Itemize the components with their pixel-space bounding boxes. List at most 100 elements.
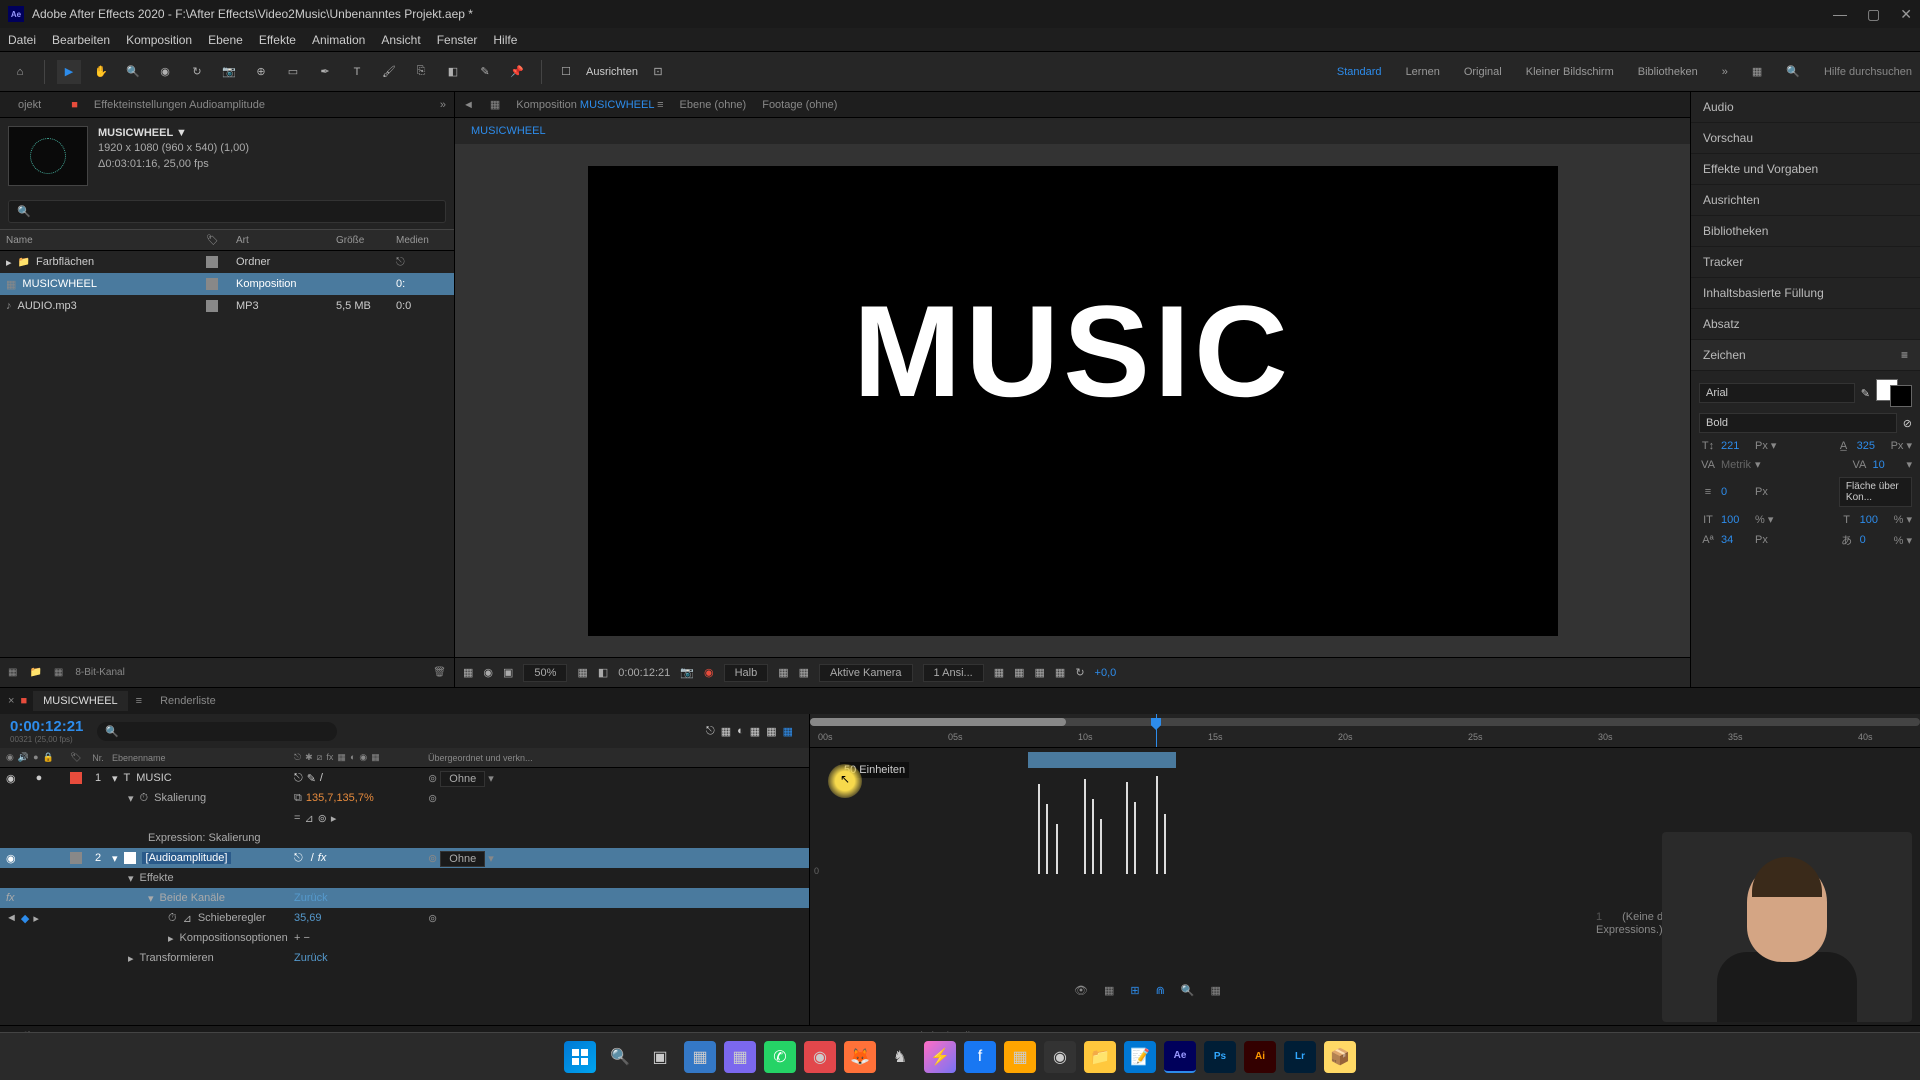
mask-icon[interactable]: ▣ xyxy=(503,666,513,679)
menu-ebene[interactable]: Ebene xyxy=(208,33,243,47)
orbit-tool[interactable]: ◉ xyxy=(153,60,177,84)
add-key-icon[interactable]: ◆ xyxy=(21,912,29,925)
menu-effekte[interactable]: Effekte xyxy=(259,33,296,47)
close-icon[interactable]: ✕ xyxy=(1900,6,1912,23)
roi-icon[interactable]: ◧ xyxy=(598,666,608,679)
font-family-dropdown[interactable]: Arial xyxy=(1699,383,1855,403)
taskbar-obs-icon[interactable]: ◉ xyxy=(1044,1041,1076,1073)
slider-value[interactable]: 35,69 xyxy=(294,912,322,924)
lock-header-icon[interactable]: 🔒 xyxy=(43,752,54,763)
expr-graph-icon[interactable]: ⊿ xyxy=(304,812,313,825)
parent-dropdown[interactable]: Ohne xyxy=(440,771,485,787)
stroke-swatch[interactable] xyxy=(1890,385,1912,407)
menu-datei[interactable]: Datei xyxy=(8,33,36,47)
new-comp-icon[interactable]: ▦ xyxy=(54,667,63,678)
snapshot-icon[interactable]: 📷 xyxy=(680,666,694,679)
camera-dropdown[interactable]: Aktive Kamera xyxy=(819,664,913,682)
taskbar-ps-icon[interactable]: Ps xyxy=(1204,1041,1236,1073)
menu-fenster[interactable]: Fenster xyxy=(437,33,478,47)
workspace-bibliotheken[interactable]: Bibliotheken xyxy=(1638,66,1698,78)
audio-header-icon[interactable]: 🔊 xyxy=(18,752,29,763)
menu-bearbeiten[interactable]: Bearbeiten xyxy=(52,33,110,47)
expand-icon[interactable]: ▾ xyxy=(112,772,118,785)
bit-depth-button[interactable]: 8-Bit-Kanal xyxy=(75,667,124,678)
layer-row-2[interactable]: ◉ 2 ▾[Audioamplitude] ⎋/fx ⊚ Ohne ▾ xyxy=(0,848,809,868)
rotation-tool[interactable]: ↻ xyxy=(185,60,209,84)
draft3d-icon[interactable]: ▦ xyxy=(721,725,731,738)
pickwhip-icon[interactable]: ⊚ xyxy=(428,853,437,865)
viewer-timecode[interactable]: 0:00:12:21 xyxy=(618,667,670,679)
layer-label[interactable] xyxy=(70,852,82,864)
puppet-tool[interactable]: 📌 xyxy=(505,60,529,84)
brush-tool[interactable]: 🖌 xyxy=(377,60,401,84)
panel-character[interactable]: Zeichen≡ xyxy=(1691,340,1920,371)
prop-transform[interactable]: ▸Transformieren Zurück xyxy=(0,948,809,968)
menu-animation[interactable]: Animation xyxy=(312,33,365,47)
eraser-tool[interactable]: ◧ xyxy=(441,60,465,84)
visibility-toggle[interactable]: ◉ xyxy=(6,772,16,785)
pen-tool[interactable]: ✒ xyxy=(313,60,337,84)
motion-blur-icon[interactable]: ◐ xyxy=(737,725,744,737)
graph-snap-icon[interactable]: ⊞ xyxy=(1126,982,1143,999)
eyedropper-icon[interactable]: ✎ xyxy=(1861,387,1870,400)
resolution-dropdown[interactable]: Halb xyxy=(724,664,769,682)
next-key-icon[interactable]: ▸ xyxy=(33,912,39,925)
hscale-value[interactable]: 100 xyxy=(1860,514,1890,526)
trash-icon[interactable]: 🗑 xyxy=(433,667,446,678)
taskbar-app5-icon[interactable]: 📦 xyxy=(1324,1041,1356,1073)
zoom-dropdown[interactable]: 50% xyxy=(523,664,567,682)
graph-eye-icon[interactable]: 👁 xyxy=(1070,982,1092,999)
comp-breadcrumb[interactable]: MUSICWHEEL xyxy=(455,118,1690,144)
timeline-ruler[interactable]: 00s 05s 10s 15s 20s 25s 30s 35s 40s xyxy=(810,714,1920,748)
clone-tool[interactable]: ⎘ xyxy=(409,60,433,84)
workspace-original[interactable]: Original xyxy=(1464,66,1502,78)
expr-pickwhip-icon[interactable]: ⊚ xyxy=(318,812,327,825)
graph-editor-icon[interactable]: ▦ xyxy=(750,725,760,738)
vscale-value[interactable]: 100 xyxy=(1721,514,1751,526)
scale-value[interactable]: 135,7,135,7% xyxy=(306,792,374,805)
selection-tool[interactable]: ▶ xyxy=(57,60,81,84)
comp-thumb-icon[interactable]: ▦ xyxy=(490,98,500,111)
shy-switch-icon[interactable]: ⎋ xyxy=(294,752,301,763)
menu-ansicht[interactable]: Ansicht xyxy=(381,33,420,47)
reset-exposure-icon[interactable]: ↻ xyxy=(1075,666,1084,679)
add-remove-icons[interactable]: + − xyxy=(294,932,310,944)
workspace-kleiner[interactable]: Kleiner Bildschirm xyxy=(1526,66,1614,78)
roto-tool[interactable]: ✎ xyxy=(473,60,497,84)
solo-header-icon[interactable]: ● xyxy=(33,752,38,763)
workspace-reset-icon[interactable]: ▦ xyxy=(1752,65,1762,78)
stopwatch-icon[interactable]: ⏱ xyxy=(140,792,149,805)
snap-icon[interactable]: ☐ xyxy=(554,60,578,84)
link-icon[interactable]: ⧉ xyxy=(294,792,302,805)
tab-composition[interactable]: Komposition MUSICWHEEL ≡ xyxy=(516,99,663,111)
taskbar-lr-icon[interactable]: Lr xyxy=(1284,1041,1316,1073)
fx-icon[interactable]: fx xyxy=(6,892,15,904)
expand-icon[interactable]: ▸ xyxy=(168,932,174,945)
graph-icon[interactable]: ⊿ xyxy=(183,912,192,925)
parent-dropdown[interactable]: Ohne xyxy=(440,851,485,867)
workspace-lernen[interactable]: Lernen xyxy=(1406,66,1440,78)
interpret-icon[interactable]: ▦ xyxy=(8,667,17,678)
expand-icon[interactable]: ▾ xyxy=(112,852,118,865)
graph-separate-icon[interactable]: ⋒ xyxy=(1152,982,1169,999)
taskbar-firefox-icon[interactable]: 🦊 xyxy=(844,1041,876,1073)
taskbar-app4-icon[interactable]: ▦ xyxy=(1004,1041,1036,1073)
workspace-more-icon[interactable]: » xyxy=(1722,66,1728,78)
pickwhip-icon[interactable]: ⊚ xyxy=(428,793,437,805)
menu-komposition[interactable]: Komposition xyxy=(126,33,192,47)
shy-icon[interactable]: ▦ xyxy=(783,725,793,738)
pickwhip-icon[interactable]: ⊚ xyxy=(428,913,437,925)
prop-skalierung[interactable]: ▾⏱Skalierung ⧉ 135,7,135,7% ⊚ xyxy=(0,788,809,808)
expand-icon[interactable]: ▸ xyxy=(6,256,12,269)
prop-beide-kanale[interactable]: fx ▾Beide Kanäle Zurück xyxy=(0,888,809,908)
views-dropdown[interactable]: 1 Ansi... xyxy=(923,664,984,682)
expand-icon[interactable]: ▾ xyxy=(128,792,134,805)
3d-icon[interactable]: ▦ xyxy=(799,666,809,679)
channel-icon[interactable]: ◉ xyxy=(483,666,493,679)
layer-bar-1[interactable] xyxy=(1028,752,1176,768)
kerning-value[interactable]: Metrik xyxy=(1721,459,1751,471)
taskbar-messenger-icon[interactable]: ⚡ xyxy=(924,1041,956,1073)
playhead[interactable] xyxy=(1156,714,1157,747)
alpha-icon[interactable]: ▦ xyxy=(463,666,473,679)
tab-effect-controls[interactable]: Effekteinstellungen Audioamplitude xyxy=(84,95,275,115)
